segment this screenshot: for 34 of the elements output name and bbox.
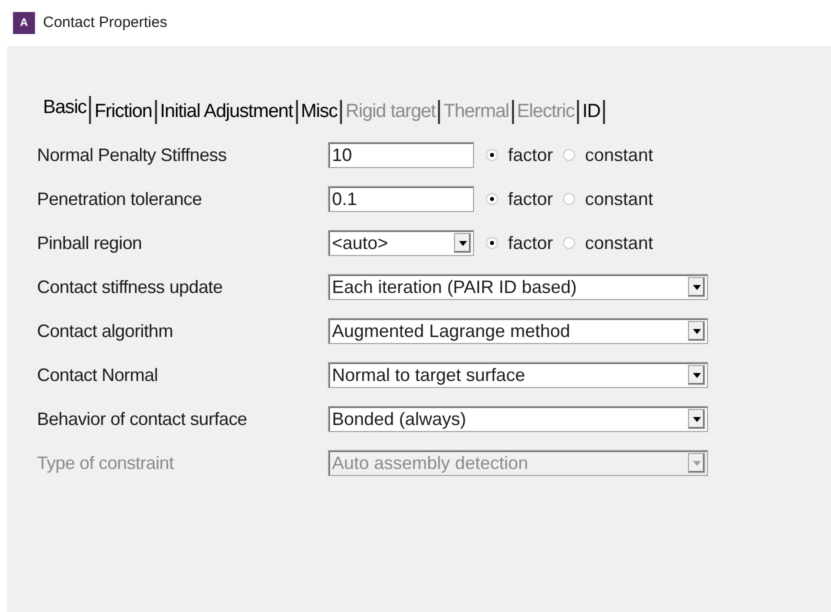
- radio-label: constant: [585, 144, 654, 166]
- value-field[interactable]: 0.1: [328, 186, 474, 212]
- radio-button[interactable]: [563, 149, 576, 161]
- radio-label: factor: [508, 232, 554, 254]
- dropdown-field[interactable]: Augmented Lagrange method: [328, 318, 708, 344]
- radio-button[interactable]: [486, 193, 498, 205]
- dropdown-field[interactable]: Bonded (always): [328, 406, 708, 432]
- field-label: Normal Penalty Stiffness: [37, 144, 228, 167]
- dropdown-field[interactable]: <auto>: [328, 230, 474, 256]
- app-logo-icon: A: [13, 12, 35, 34]
- tab[interactable]: ID: [579, 100, 606, 124]
- radio-label: constant: [585, 188, 654, 210]
- tab[interactable]: Basic: [40, 96, 92, 124]
- radio-button[interactable]: [486, 149, 498, 161]
- tab[interactable]: Misc: [298, 100, 342, 124]
- tab[interactable]: Initial Adjustment: [156, 100, 298, 124]
- field-label: Contact stiffness update: [37, 276, 224, 299]
- tab[interactable]: Friction: [91, 100, 157, 124]
- dropdown-field[interactable]: Each iteration (PAIR ID based): [328, 274, 708, 300]
- radio-label: factor: [508, 144, 554, 166]
- radio-button[interactable]: [563, 237, 576, 249]
- radio-label: factor: [508, 188, 554, 210]
- field-label: Contact algorithm: [37, 320, 174, 343]
- field-label: Behavior of contact surface: [37, 408, 248, 430]
- radio-button[interactable]: [486, 237, 498, 249]
- field-label: Contact Normal: [37, 364, 159, 386]
- radio-label: constant: [585, 232, 654, 254]
- field-label: Penetration tolerance: [37, 188, 203, 210]
- value-field[interactable]: 10: [328, 142, 474, 168]
- window-title: Contact Properties: [43, 12, 168, 33]
- radio-button[interactable]: [563, 193, 576, 205]
- field-label: Pinball region: [37, 232, 143, 255]
- field-label: Type of constraint: [37, 452, 175, 475]
- dropdown-field[interactable]: Normal to target surface: [328, 362, 708, 388]
